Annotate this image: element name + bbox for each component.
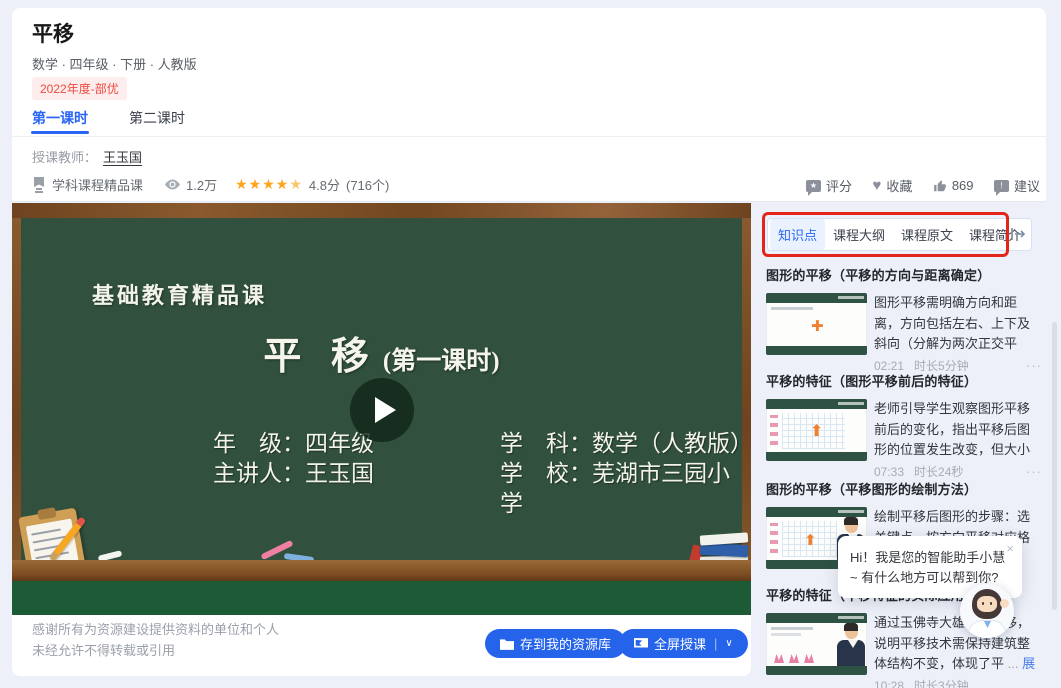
save-button-label: 存到我的资源库: [520, 634, 611, 653]
rating-count: (716个): [346, 175, 389, 194]
timestamp-duration: 10:28时长3分钟: [874, 676, 969, 688]
close-icon[interactable]: ×: [1006, 539, 1014, 559]
course-page: 平移 数学 · 四年级 · 下册 · 人教版 2022年度-部优 第一课时 第二…: [0, 0, 1061, 688]
tab-knowledge-points[interactable]: 知识点: [770, 219, 825, 250]
thanks-text-1: 感谢所有为资源建设提供资料的单位和个人: [32, 619, 279, 638]
assistant-avatar[interactable]: [960, 584, 1014, 638]
page-title: 平移: [32, 18, 74, 48]
button-divider: |: [714, 636, 717, 651]
action-bar: ★ 评分 ♥ 收藏 869 ! 建议: [806, 176, 1040, 195]
knowledge-item-text: 图形平移需明确方向和距离，方向包括左右、上下及斜向（分解为两次正交平移）。 ..…: [874, 293, 1042, 377]
grade-line: 年 级：四年级: [213, 429, 374, 459]
tab-course-outline[interactable]: 课程大纲: [825, 219, 893, 250]
knowledge-item-thumbnail[interactable]: [766, 613, 867, 675]
video-banner-text: 基础教育精品课: [92, 278, 267, 310]
divider: [12, 201, 1046, 202]
star-icon: ★: [276, 176, 290, 192]
rating-row: 学科课程精品课 1.2万 ★★★★★ 4.8分 (716个): [32, 175, 389, 194]
star-icon: ★: [262, 176, 276, 192]
star-icon: ★: [249, 176, 263, 192]
folder-icon: [500, 638, 514, 650]
item-description: 图形平移需明确方向和距离，方向包括左右、上下及斜向（分解为两次正交平移）。: [874, 295, 1030, 355]
course-type-label: 学科课程精品课: [52, 175, 143, 194]
knowledge-item-thumbnail[interactable]: ✚: [766, 293, 867, 355]
active-tab-underline: [31, 131, 89, 134]
chevron-down-icon[interactable]: ∨: [725, 638, 732, 649]
divider: [12, 136, 1046, 137]
subject-line: 学 科：数学（人教版）: [500, 429, 751, 459]
scrollbar-thumb[interactable]: [1052, 322, 1057, 610]
teacher-row: 授课教师： 王玉国: [32, 147, 142, 166]
arrow-icon: ✚: [811, 317, 824, 335]
rate-icon: ★: [806, 180, 821, 192]
knowledge-item-text: 老师引导学生观察图形平移前后的变化，指出平移后图形的位置发生改变，但大小和 ..…: [874, 399, 1042, 483]
truncation-dots: ...: [1008, 656, 1019, 671]
favorite-button[interactable]: ♥ 收藏: [872, 176, 912, 195]
like-button[interactable]: 869: [933, 176, 974, 195]
board-frame-left: [12, 218, 21, 560]
board-frame-top: [12, 203, 751, 218]
views-icon: [165, 179, 180, 190]
knowledge-item-thumbnail[interactable]: ⬆: [766, 399, 867, 461]
board-bottom-strip: [12, 581, 751, 615]
suggest-button[interactable]: ! 建议: [994, 176, 1040, 195]
thanks-text-2: 未经允许不得转载或引用: [32, 640, 175, 659]
medal-icon: [32, 177, 46, 193]
tab-lesson-1[interactable]: 第一课时: [32, 108, 88, 128]
video-title: 平 移 (第一课时): [12, 325, 751, 380]
suggest-icon: !: [994, 180, 1009, 192]
like-count: 869: [952, 178, 974, 193]
rate-button[interactable]: ★ 评分: [806, 176, 852, 195]
knowledge-item-title: 平移的特征（图形平移前后的特征）: [766, 371, 1042, 390]
knowledge-item-title: 图形的平移（平移图形的绘制方法）: [766, 479, 1042, 498]
fullscreen-button-label: 全屏授课: [654, 634, 706, 653]
video-title-main: 平 移: [263, 336, 379, 378]
tab-lesson-2[interactable]: 第二课时: [129, 108, 185, 128]
tab-course-transcript[interactable]: 课程原文: [893, 219, 961, 250]
award-badge: 2022年度-部优: [32, 77, 127, 100]
teacher-figure: [837, 624, 865, 666]
fullscreen-teach-button[interactable]: 全屏授课 | ∨: [619, 629, 748, 658]
knowledge-item: 图形的平移（平移的方向与距离确定） ✚ 图形平移需明确方向和距离，方向包括左右、…: [766, 265, 1042, 377]
course-meta: 数学 · 四年级 · 下册 · 人教版: [32, 54, 197, 73]
views-count: 1.2万: [186, 175, 217, 194]
favorite-label: 收藏: [886, 176, 912, 195]
suggest-label: 建议: [1014, 176, 1040, 195]
save-to-library-button[interactable]: 存到我的资源库: [485, 629, 626, 658]
arrow-up-icon: ⬆: [804, 531, 817, 549]
heart-icon: ♥: [872, 180, 881, 192]
knowledge-item-text: 通过玉佛寺大雄宝殿平移，说明平移技术需保持建筑整体结构不变，体现了平 ... 展…: [874, 613, 1042, 688]
star-rating: ★★★★★: [235, 176, 303, 193]
thumbs-up-icon: [933, 179, 947, 193]
star-icon-partial: ★: [289, 176, 303, 192]
rate-label: 评分: [826, 176, 852, 195]
video-title-sub: (第一课时): [383, 348, 500, 375]
play-button[interactable]: [350, 378, 414, 442]
teacher-label: 授课教师：: [32, 150, 97, 165]
video-player[interactable]: 基础教育精品课 平 移 (第一课时) 年 级：四年级 主讲人：王玉国 学 科：数…: [12, 203, 751, 615]
assistant-message: Hi！我是您的智能助手小慧~ 有什么地方可以帮到你?: [850, 550, 1005, 585]
sidebar-tab-bar: 知识点 课程大纲 课程原文 课程简介: [767, 218, 1032, 251]
item-description: 老师引导学生观察图形平移前后的变化，指出平移后图形的位置发生改变，但大小和: [874, 401, 1030, 461]
arrow-up-icon: ⬆: [810, 421, 823, 441]
header-card: [12, 8, 1046, 202]
teacher-name-link[interactable]: 王玉国: [103, 150, 142, 165]
chalk-tray: [12, 560, 751, 581]
speaker-line: 主讲人：王玉国: [213, 459, 374, 489]
knowledge-item-title: 图形的平移（平移的方向与距离确定）: [766, 265, 1042, 284]
knowledge-item: 平移的特征（图形平移前后的特征） ⬆ 老师引导学生观察图形平移前后的变化，指出平…: [766, 371, 1042, 483]
rating-score: 4.8分: [309, 175, 340, 194]
star-icon: ★: [235, 176, 249, 192]
video-info-left: 年 级：四年级 主讲人：王玉国: [213, 429, 374, 489]
collapse-panel-icon[interactable]: [1010, 227, 1026, 241]
screen-icon: [634, 638, 648, 650]
